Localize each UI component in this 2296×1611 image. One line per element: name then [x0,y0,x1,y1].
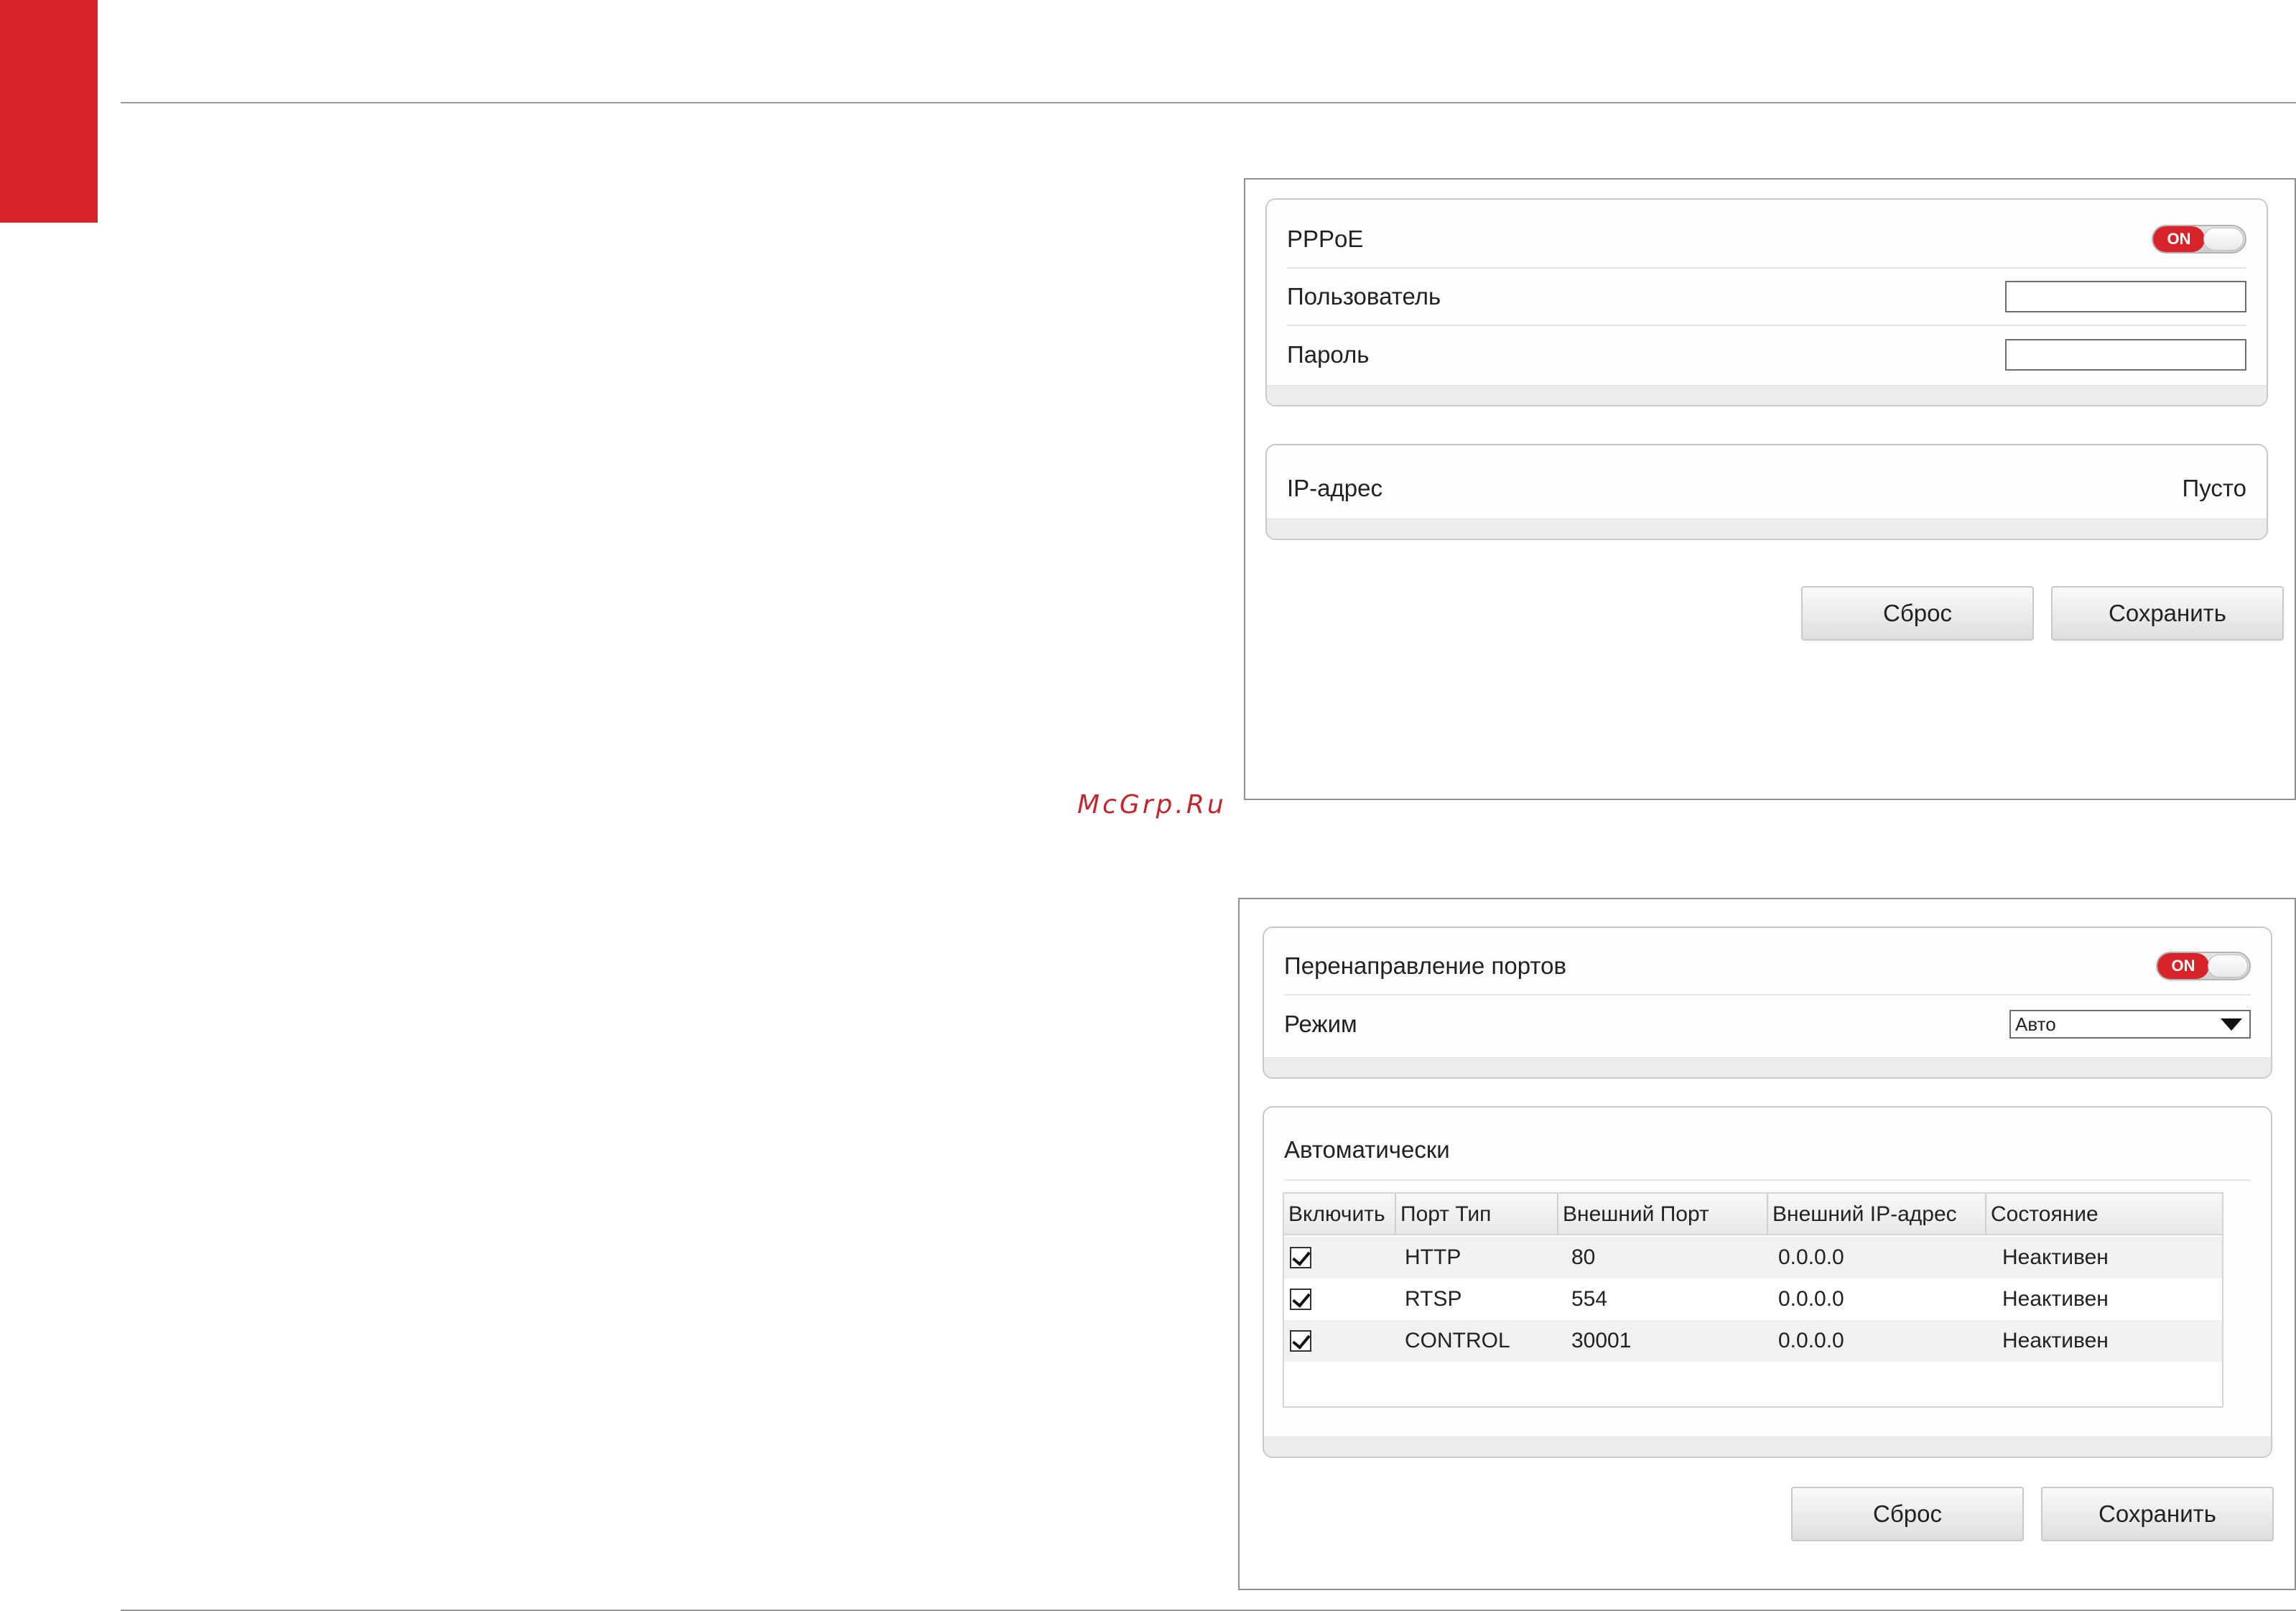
save-button[interactable]: Сохранить [2051,586,2284,641]
page-corner-tab [0,0,98,223]
port-type-cell: HTTP [1405,1245,1461,1269]
port-mapping-table: Включить Порт Тип Внешний Порт Внешний I… [1283,1192,2223,1408]
mode-select[interactable]: Авто [2009,1010,2251,1039]
table-row: HTTP 80 0.0.0.0 Неактивен [1284,1237,2222,1278]
forwarding-row: Перенаправление портов ON [1284,938,2251,995]
column-header-port-type: Порт Тип [1396,1194,1558,1235]
group-footer [1267,385,2267,405]
status-cell: Неактивен [2002,1245,2109,1269]
save-button[interactable]: Сохранить [2041,1487,2274,1541]
chevron-down-icon [2221,1018,2242,1031]
enable-checkbox[interactable] [1290,1289,1311,1310]
pppoe-label: PPPoE [1287,226,1364,252]
column-header-external-port: Внешний Порт [1558,1194,1768,1235]
watermark: McGrp.Ru [1077,790,1227,820]
reset-button[interactable]: Сброс [1791,1487,2024,1541]
forwarding-toggle-on-label: ON [2157,953,2209,979]
password-row: Пароль [1287,326,2246,384]
password-label: Пароль [1287,341,1370,368]
pppoe-settings-screenshot: PPPoE ON Пользователь Пароль IP-адрес Пу… [1244,178,2296,800]
pppoe-toggle-on-label: ON [2153,226,2205,252]
user-input[interactable] [2005,281,2246,312]
ip-status-group: IP-адрес Пусто [1265,444,2268,540]
mode-label: Режим [1284,1011,1357,1037]
external-ip-cell: 0.0.0.0 [1778,1245,1844,1269]
pppoe-group: PPPoE ON Пользователь Пароль [1265,198,2268,407]
group-footer [1264,1057,2271,1077]
table-header: Включить Порт Тип Внешний Порт Внешний I… [1284,1194,2222,1235]
external-ip-cell: 0.0.0.0 [1778,1329,1844,1352]
pppoe-toggle[interactable]: ON [2152,225,2246,254]
column-header-external-ip: Внешний IP-адрес [1768,1194,1986,1235]
top-divider [121,102,2296,103]
port-type-cell: CONTROL [1405,1329,1510,1352]
forwarding-toggle[interactable]: ON [2156,952,2251,980]
port-type-cell: RTSP [1405,1287,1462,1311]
enable-checkbox[interactable] [1290,1247,1311,1268]
group-footer [1267,519,2267,539]
forwarding-label: Перенаправление портов [1284,952,1566,979]
enable-checkbox[interactable] [1290,1330,1311,1352]
column-header-status: Состояние [1991,1202,2099,1226]
mode-row: Режим Авто [1284,995,2251,1053]
table-row: CONTROL 30001 0.0.0.0 Неактивен [1284,1320,2222,1362]
password-input[interactable] [2005,339,2246,371]
auto-section-title: Автоматически [1284,1136,1450,1163]
ip-label: IP-адрес [1287,475,1382,501]
group-footer [1264,1436,2271,1457]
port-forwarding-group: Перенаправление портов ON Режим Авто [1263,927,2272,1079]
external-port-cell: 30001 [1571,1329,1632,1352]
pppoe-row: PPPoE ON [1287,211,2246,269]
auto-title-row: Автоматически [1284,1120,2251,1181]
external-port-cell: 554 [1571,1287,1608,1311]
ip-row: IP-адрес Пусто [1287,460,2246,517]
user-label: Пользователь [1287,283,1441,310]
toggle-knob [2203,228,2244,251]
external-ip-cell: 0.0.0.0 [1778,1287,1844,1311]
status-cell: Неактивен [2002,1287,2109,1311]
user-row: Пользователь [1287,269,2246,326]
ip-value: Пусто [2182,475,2246,501]
auto-mapping-group: Автоматически Включить Порт Тип Внешний … [1263,1106,2272,1458]
column-header-enable: Включить [1284,1194,1396,1235]
toggle-knob [2208,955,2248,978]
status-cell: Неактивен [2002,1329,2109,1352]
mode-selected-value: Авто [2015,1013,2056,1035]
port-forwarding-screenshot: Перенаправление портов ON Режим Авто Авт… [1238,898,2296,1590]
external-port-cell: 80 [1571,1245,1596,1269]
table-row: RTSP 554 0.0.0.0 Неактивен [1284,1278,2222,1320]
reset-button[interactable]: Сброс [1801,586,2034,641]
